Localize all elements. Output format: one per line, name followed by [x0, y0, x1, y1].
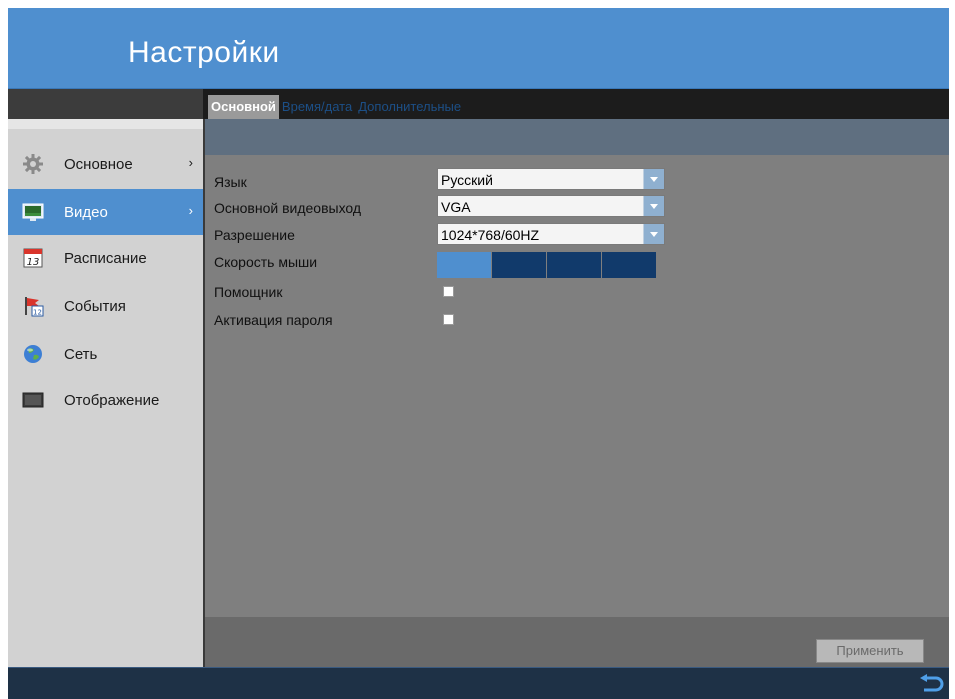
bottom-bar	[8, 667, 949, 699]
resolution-value: 1024*768/60HZ	[441, 227, 540, 243]
chevron-right-icon: ›	[188, 155, 193, 170]
password-checkbox[interactable]	[443, 314, 454, 325]
tab-advanced[interactable]: Дополнительные	[355, 95, 464, 119]
main-content: Язык Русский Основной видеовыход VGA Раз…	[205, 119, 949, 667]
calendar-day: 13	[27, 257, 40, 268]
globe-icon	[22, 343, 44, 365]
tabs: Основной Время/дата Дополнительные	[208, 95, 464, 119]
tab-bar-left	[8, 89, 203, 119]
display-icon	[22, 389, 44, 411]
sidebar: Основное › Видео › 13 Расписание 12 Собы…	[8, 119, 203, 667]
tab-bar: Основной Время/дата Дополнительные	[8, 89, 949, 119]
mouse-speed-slider[interactable]	[437, 252, 659, 278]
settings-window: Настройки Основной Время/дата Дополнител…	[8, 8, 949, 699]
mouse-speed-segment[interactable]	[547, 252, 601, 278]
chevron-right-icon: ›	[188, 203, 193, 218]
mouse-speed-segment[interactable]	[602, 252, 656, 278]
language-value: Русский	[441, 172, 493, 188]
password-label: Активация пароля	[214, 312, 333, 328]
apply-button[interactable]: Применить	[816, 639, 924, 663]
content-header-strip	[205, 119, 949, 155]
sidebar-item-general[interactable]: Основное ›	[8, 141, 203, 187]
wizard-label: Помощник	[214, 284, 283, 300]
sidebar-item-label: Отображение	[64, 391, 160, 409]
gear-icon	[22, 153, 44, 175]
sidebar-item-label: Основное	[64, 155, 133, 173]
calendar-icon: 13	[22, 247, 44, 269]
back-icon[interactable]	[918, 674, 944, 696]
tab-datetime[interactable]: Время/дата	[279, 95, 355, 119]
page-title: Настройки	[128, 36, 280, 69]
event-flag-icon: 12	[22, 295, 44, 317]
sidebar-item-label: Видео	[64, 203, 108, 221]
sidebar-item-schedule[interactable]: 13 Расписание	[8, 235, 203, 281]
sidebar-item-events[interactable]: 12 События	[8, 283, 203, 329]
sidebar-item-label: Сеть	[64, 345, 98, 363]
sidebar-top-strip	[8, 119, 203, 129]
chevron-down-icon[interactable]	[643, 224, 664, 244]
video-output-value: VGA	[441, 199, 471, 215]
language-label: Язык	[214, 174, 247, 190]
language-select[interactable]: Русский	[437, 168, 665, 190]
sidebar-item-label: Расписание	[64, 249, 147, 267]
monitor-icon	[22, 201, 44, 223]
resolution-select[interactable]: 1024*768/60HZ	[437, 223, 665, 245]
mouse-speed-segment[interactable]	[492, 252, 546, 278]
mouse-speed-label: Скорость мыши	[214, 254, 318, 270]
chevron-down-icon[interactable]	[643, 196, 664, 216]
resolution-label: Разрешение	[214, 227, 295, 243]
wizard-checkbox[interactable]	[443, 286, 454, 297]
video-output-label: Основной видеовыход	[214, 200, 362, 216]
event-day: 12	[33, 309, 42, 317]
sidebar-item-video[interactable]: Видео ›	[8, 189, 203, 235]
header: Настройки	[8, 8, 949, 89]
sidebar-item-display[interactable]: Отображение	[8, 377, 203, 423]
mouse-speed-segment[interactable]	[437, 252, 491, 278]
video-output-select[interactable]: VGA	[437, 195, 665, 217]
sidebar-item-label: События	[64, 297, 126, 315]
chevron-down-icon[interactable]	[643, 169, 664, 189]
sidebar-item-network[interactable]: Сеть	[8, 331, 203, 377]
tab-basic[interactable]: Основной	[208, 95, 279, 119]
